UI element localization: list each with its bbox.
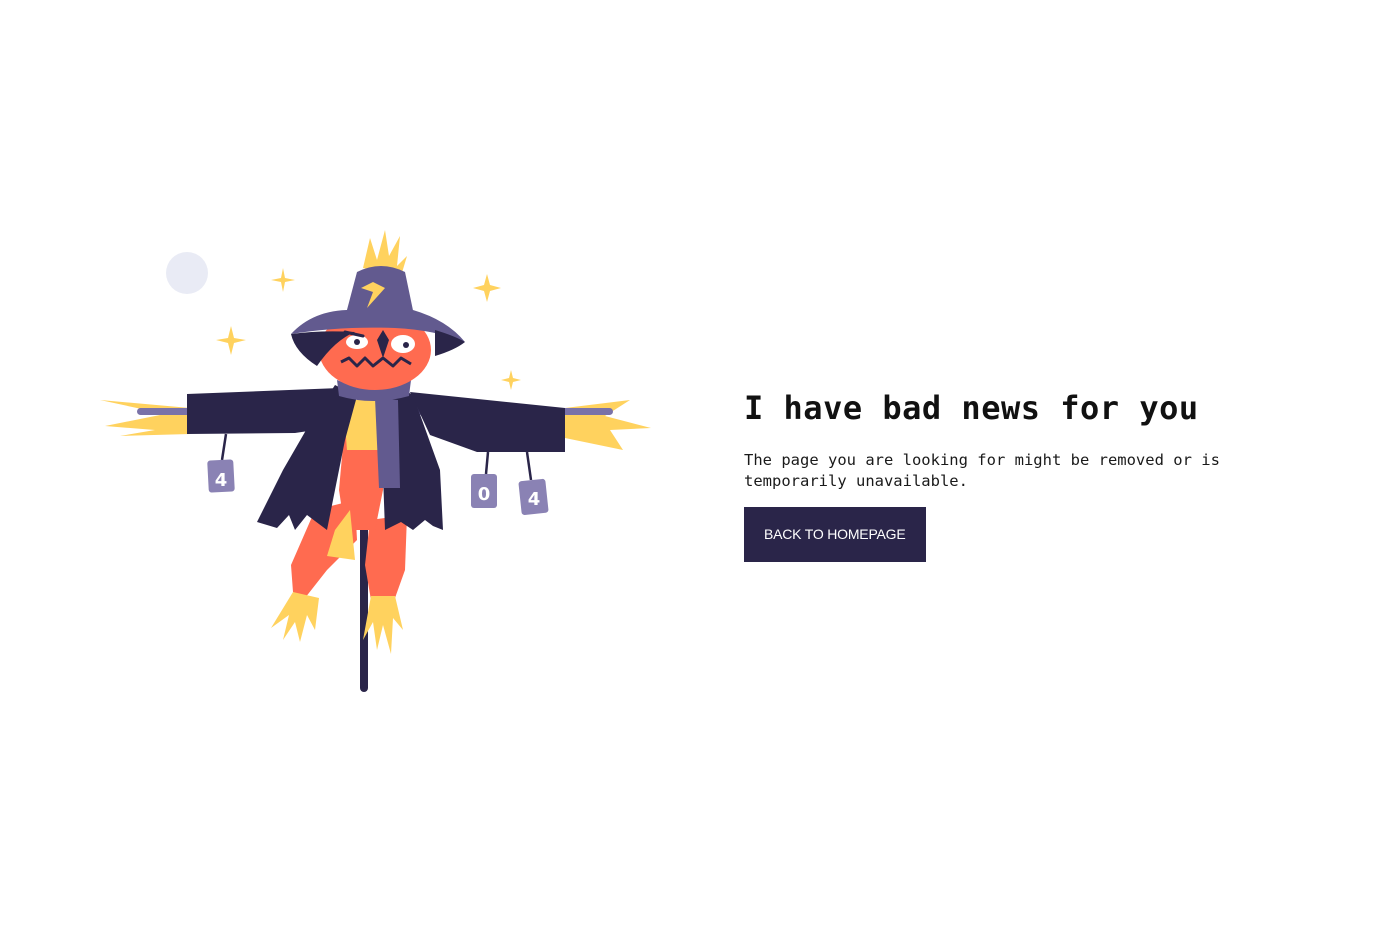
can-left-label: 4 <box>215 470 228 491</box>
error-title: I have bad news for you <box>744 389 1199 427</box>
straw-left-hand <box>100 400 190 436</box>
can-right-label: 4 <box>528 489 541 510</box>
back-to-homepage-button[interactable]: BACK TO HOMEPAGE <box>744 507 926 562</box>
error-message: The page you are looking for might be re… <box>744 451 1220 490</box>
error-content: I have bad news for you The page you are… <box>744 386 1304 562</box>
scarecrow-illustration: 4 0 4 <box>100 230 651 692</box>
straw-right-hand <box>565 400 651 450</box>
moon-icon <box>166 252 208 294</box>
error-page: 4 0 4 I have bad news for you The page y… <box>0 0 1396 927</box>
can-middle-label: 0 <box>478 484 491 505</box>
